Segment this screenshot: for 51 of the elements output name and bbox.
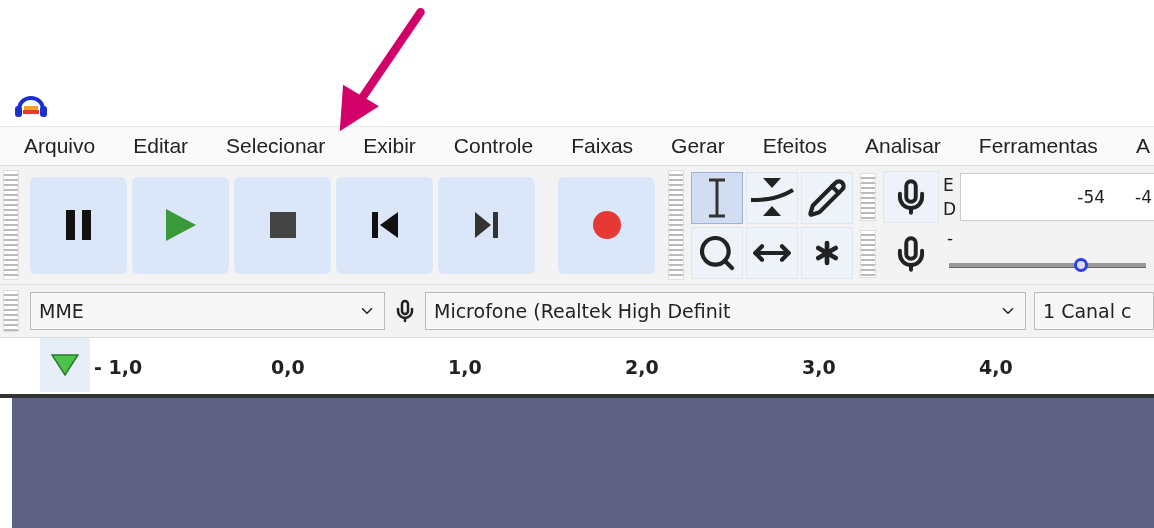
pause-icon [65, 210, 92, 240]
ruler-label: 4,0 [979, 355, 1014, 378]
slider-thumb[interactable] [1074, 258, 1088, 272]
ruler-label: 0,0 [271, 355, 306, 378]
play-button[interactable] [132, 176, 229, 274]
ruler-label: 1,0 [448, 355, 483, 378]
toolbar-grip[interactable] [3, 290, 19, 332]
ruler-label: 2,0 [625, 355, 660, 378]
toolbar-grip[interactable] [860, 230, 876, 278]
menu-item[interactable]: Controle [453, 134, 534, 158]
channel-label: E [943, 174, 955, 197]
input-device-dropdown[interactable]: Microfone (Realtek High Definit [425, 292, 1026, 330]
play-icon [165, 209, 196, 241]
menu-item[interactable]: A [1135, 134, 1150, 158]
toolbar-grip[interactable] [668, 170, 684, 280]
skip-start-icon [371, 212, 398, 238]
menu-item[interactable]: Exibir [363, 134, 416, 158]
volume-slider[interactable] [949, 257, 1146, 273]
menu-item[interactable]: Efeitos [762, 134, 827, 158]
ruler-label: 3,0 [802, 355, 837, 378]
skip-start-button[interactable] [336, 176, 433, 274]
meter-scale-label: -54 [1077, 187, 1106, 207]
menu-item[interactable]: Selecionar [226, 134, 326, 158]
record-button[interactable] [558, 176, 655, 274]
menu-item[interactable]: Ferramentas [978, 134, 1098, 158]
menu-item[interactable]: Editar [133, 134, 189, 158]
play-at-speed-button[interactable] [40, 338, 90, 392]
toolbar-grip[interactable] [860, 173, 876, 221]
text-cursor-icon [707, 177, 727, 218]
skip-end-icon [474, 212, 499, 238]
host-dropdown[interactable]: MME [30, 292, 385, 330]
envelope-tool-icon [749, 177, 795, 218]
toolbar-grip[interactable] [3, 170, 19, 280]
stop-button[interactable] [234, 176, 331, 274]
tool-button[interactable] [691, 171, 743, 224]
menu-item[interactable]: Analisar [864, 134, 941, 158]
slider-label: - [946, 229, 955, 247]
play-triangle-icon [51, 354, 79, 376]
stop-icon [269, 212, 296, 238]
menu-item[interactable]: Gerar [671, 134, 725, 158]
channel-label: D [943, 198, 957, 221]
channels-dropdown[interactable]: 1 Canal c [1034, 292, 1154, 330]
menu-item[interactable]: Faixas [571, 134, 634, 158]
record-icon [592, 211, 621, 239]
skip-end-button[interactable] [438, 176, 535, 274]
menu-item[interactable]: Arquivo [24, 134, 96, 158]
pause-button[interactable] [30, 176, 127, 274]
ruler-label: - 1,0 [94, 355, 144, 378]
pencil-icon [807, 177, 847, 218]
meter-scale-label: -4 [1135, 187, 1152, 207]
record-meter-button[interactable] [883, 171, 939, 223]
